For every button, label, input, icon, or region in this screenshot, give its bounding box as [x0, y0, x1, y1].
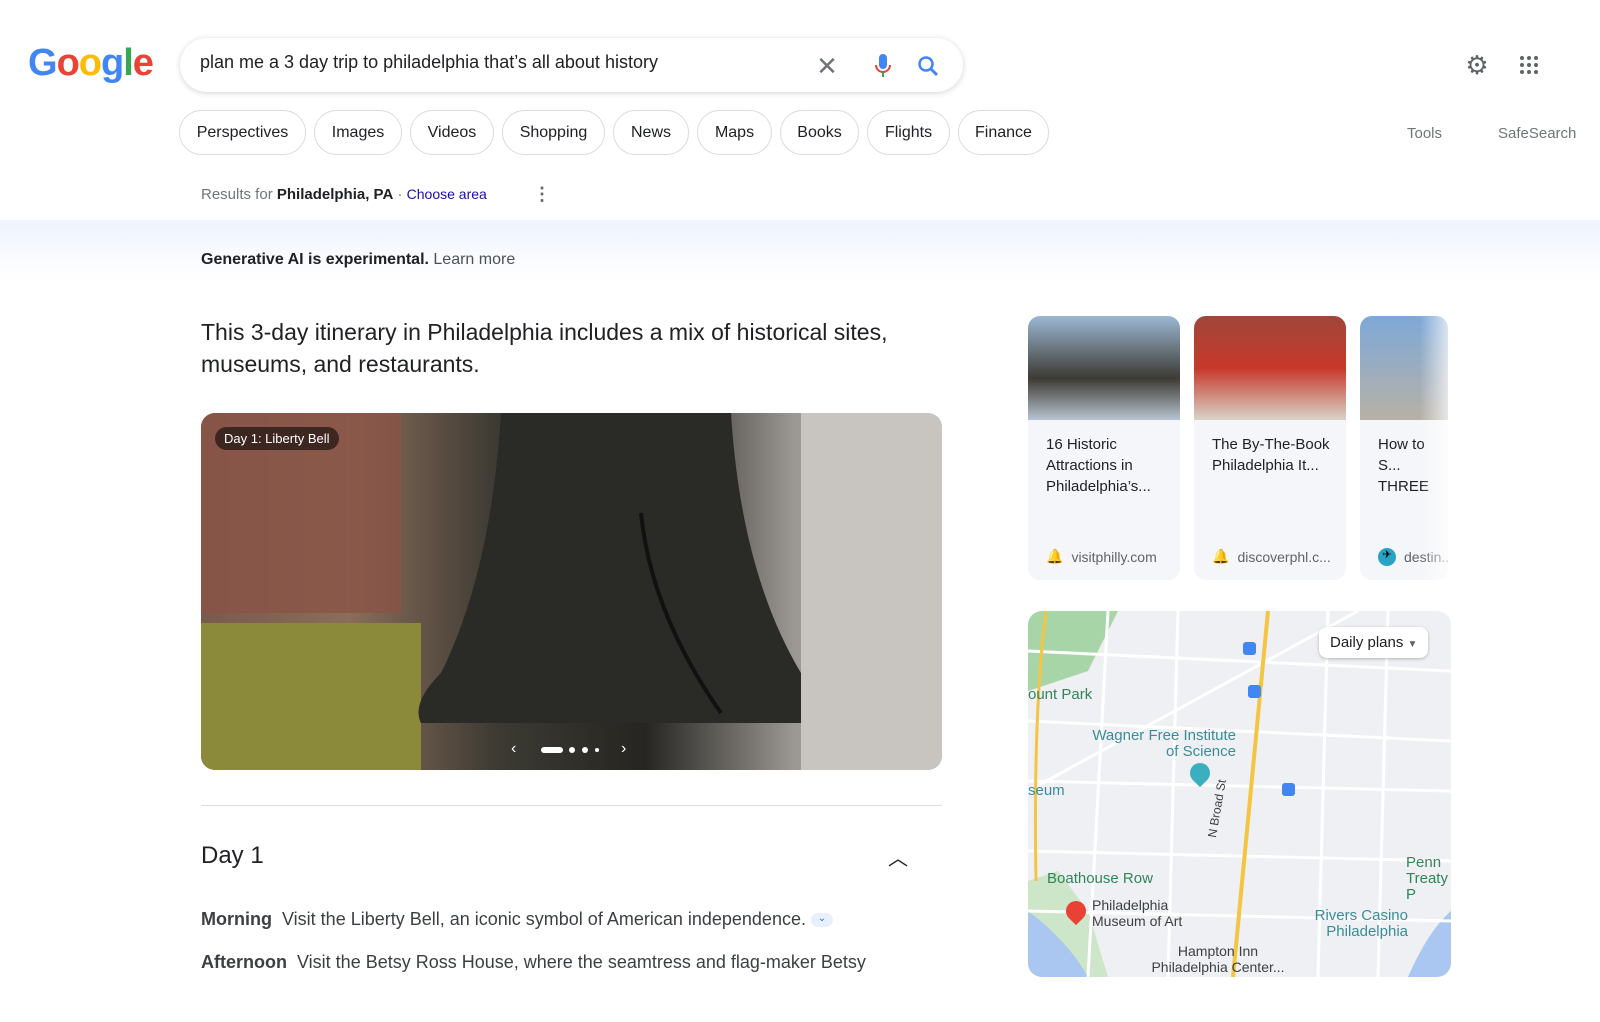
map-label: Hampton Inn Philadelphia Center... — [1151, 943, 1285, 975]
next-slide-button[interactable]: › — [621, 740, 626, 758]
search-box[interactable]: ✕ — [180, 38, 963, 92]
expand-source-chevron-icon[interactable]: ⌄ — [810, 913, 833, 928]
hero-caption: Day 1: Liberty Bell — [215, 427, 339, 450]
learn-more-link[interactable]: Learn more — [433, 251, 515, 268]
day-item-morning: Morning Visit the Liberty Bell, an iconi… — [201, 909, 833, 930]
prev-slide-button[interactable]: ‹ — [511, 740, 516, 758]
search-icon[interactable] — [913, 51, 943, 81]
discoverphl-bell-icon: 🔔 — [1212, 548, 1230, 564]
card-image — [1028, 316, 1180, 420]
location-line: Results for Philadelphia, PA · Choose ar… — [201, 186, 487, 203]
slide-dot[interactable] — [595, 748, 599, 752]
hero-image-carousel[interactable]: Day 1: Liberty Bell ‹ › — [201, 413, 942, 770]
divider — [201, 805, 942, 806]
search-input[interactable] — [200, 52, 790, 73]
collapse-chevron-up-icon[interactable]: ︿ — [888, 842, 908, 871]
map-label: Boathouse Row — [1047, 870, 1153, 887]
chip-shopping[interactable]: Shopping — [502, 110, 605, 155]
plane-icon: ✈ — [1378, 548, 1396, 566]
ai-notice: Generative AI is experimental. Learn mor… — [201, 251, 515, 269]
dropdown-label: Daily plans — [1330, 634, 1404, 651]
card-source: visitphilly.com — [1071, 548, 1157, 565]
slide-dot[interactable] — [569, 747, 575, 753]
location-prefix: Results for — [201, 186, 273, 203]
map-label: Penn Treaty P — [1406, 855, 1448, 903]
map-label: seum — [1028, 782, 1065, 799]
map-label: Wagner Free Institute of Science — [1092, 727, 1236, 760]
chip-videos[interactable]: Videos — [410, 110, 494, 155]
microphone-icon[interactable] — [868, 51, 898, 81]
visitphilly-bell-icon: 🔔 — [1046, 548, 1064, 564]
source-card[interactable]: 16 Historic Attractions in Philadelphia’… — [1028, 316, 1180, 580]
location-place: Philadelphia, PA — [276, 186, 394, 203]
google-logo[interactable]: Google — [28, 42, 154, 85]
chip-finance[interactable]: Finance — [958, 110, 1049, 155]
card-title: 16 Historic Attractions in Philadelphia’… — [1046, 436, 1151, 495]
day-item-text: Visit the Betsy Ross House, where the se… — [297, 952, 866, 972]
clear-icon[interactable]: ✕ — [812, 51, 842, 81]
chip-flights[interactable]: Flights — [867, 110, 950, 155]
chip-maps[interactable]: Maps — [697, 110, 772, 155]
day-item-text: Visit the Liberty Bell, an iconic symbol… — [282, 909, 806, 929]
ai-summary: This 3-day itinerary in Philadelphia inc… — [201, 319, 888, 377]
daily-plans-dropdown[interactable]: Daily plans ▼ — [1319, 627, 1429, 658]
map-label: Rivers Casino Philadelphia — [1314, 907, 1408, 940]
more-options-icon[interactable]: ⋮ — [533, 184, 551, 205]
transit-icon[interactable] — [1248, 685, 1261, 698]
slide-dot[interactable] — [582, 747, 588, 753]
map[interactable]: Daily plans ▼ ount Park Wagner Free Inst… — [1028, 611, 1451, 977]
location-separator: · — [397, 186, 403, 203]
ai-notice-text: Generative AI is experimental. — [201, 251, 429, 268]
liberty-bell-image — [201, 413, 942, 770]
card-image — [1194, 316, 1346, 420]
day-item-label: Morning — [201, 909, 272, 929]
map-label: Philadelphia Museum of Art — [1092, 897, 1183, 929]
safesearch-button[interactable]: SafeSearch — [1498, 125, 1576, 142]
settings-gear-icon[interactable]: ⚙ — [1462, 50, 1492, 80]
card-title: The By-The-Book Philadelphia It... — [1212, 436, 1330, 474]
transit-icon[interactable] — [1282, 783, 1295, 796]
choose-area-link[interactable]: Choose area — [407, 186, 487, 202]
chip-books[interactable]: Books — [780, 110, 859, 155]
day-item-label: Afternoon — [201, 952, 287, 972]
dropdown-arrow-icon: ▼ — [1407, 639, 1418, 650]
day-item-afternoon: Afternoon Visit the Betsy Ross House, wh… — [201, 952, 866, 973]
chip-images[interactable]: Images — [314, 110, 402, 155]
chip-perspectives[interactable]: Perspectives — [179, 110, 306, 155]
source-card[interactable]: The By-The-Book Philadelphia It... 🔔 disc… — [1194, 316, 1346, 580]
transit-icon[interactable] — [1243, 642, 1256, 655]
tools-button[interactable]: Tools — [1407, 125, 1442, 142]
ai-overview-band — [0, 220, 1600, 280]
map-label: ount Park — [1028, 686, 1093, 703]
chip-news[interactable]: News — [613, 110, 689, 155]
apps-grid-icon[interactable] — [1514, 50, 1544, 80]
day-title: Day 1 — [201, 842, 264, 869]
card-fade — [1420, 316, 1460, 580]
card-source: discoverphl.c... — [1237, 548, 1331, 565]
slide-dot-active[interactable] — [541, 747, 563, 753]
